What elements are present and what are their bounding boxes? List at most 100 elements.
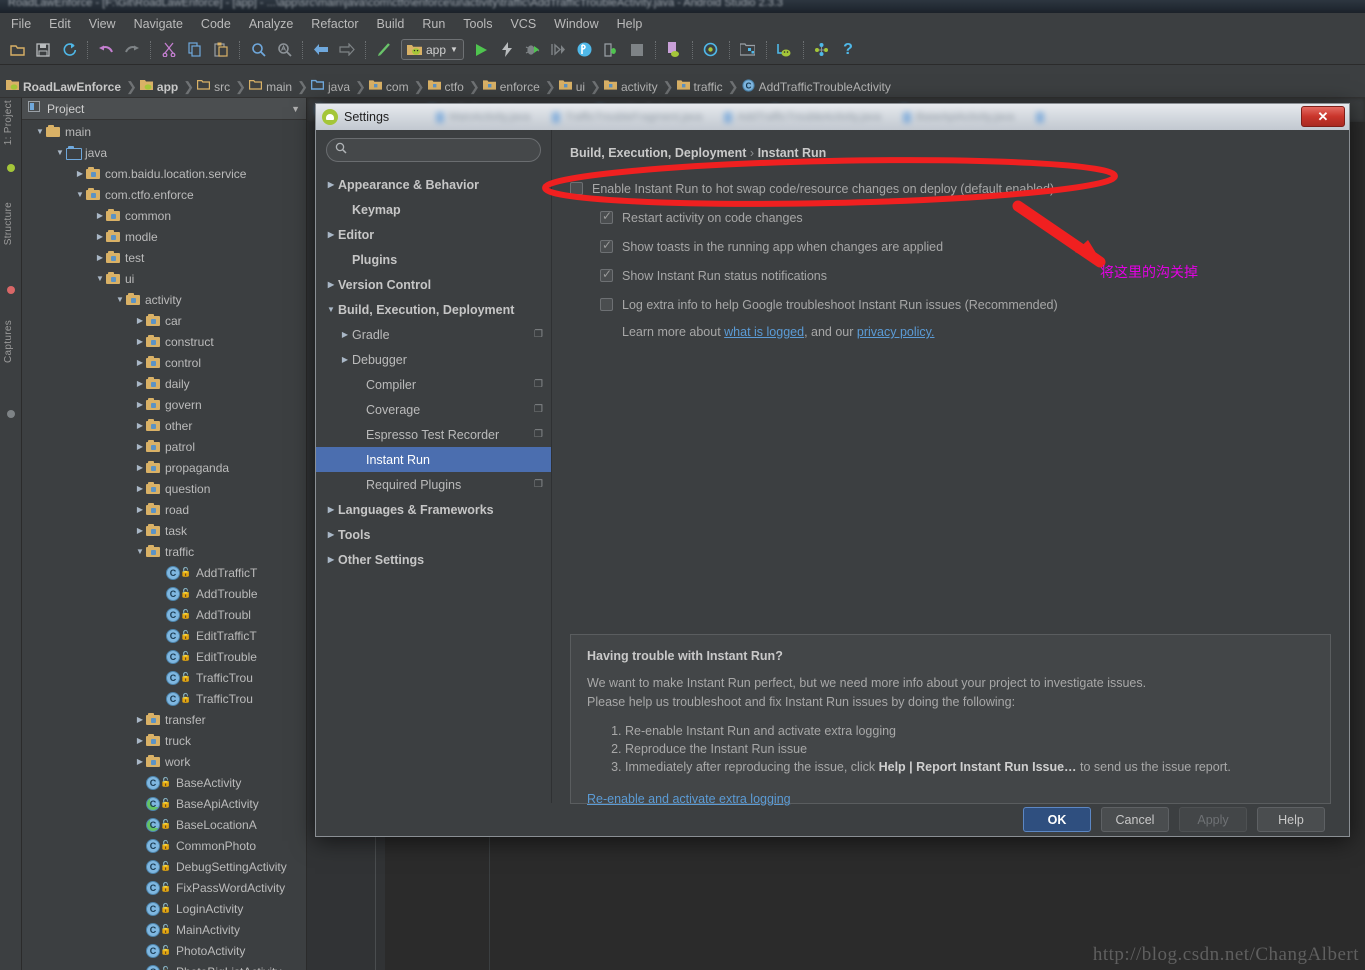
settings-tree-item-plugins[interactable]: Plugins [316,247,551,272]
chevron-right-icon[interactable]: ▶ [94,253,106,262]
settings-tree-item-gradle[interactable]: ▶ Gradle ❐ [316,322,551,347]
tree-node[interactable]: ·C🔓 TrafficTrou [22,667,306,688]
menu-vcs[interactable]: VCS [501,15,545,33]
replace-icon[interactable] [273,39,295,61]
forward-icon[interactable] [336,39,358,61]
debug-icon[interactable] [522,39,544,61]
chevron-down-icon[interactable]: ▼ [74,190,86,199]
tree-node[interactable]: ▶ truck [22,730,306,751]
sync-gradle-icon[interactable] [700,39,722,61]
tree-node[interactable]: ▼ activity [22,289,306,310]
chevron-right-icon[interactable]: ▶ [324,180,338,189]
tree-node[interactable]: ▶ daily [22,373,306,394]
settings-tree-item-instant-run[interactable]: Instant Run [316,447,551,472]
tree-node[interactable]: ·C🔓 MainActivity [22,919,306,940]
checkbox-icon[interactable] [600,298,613,311]
tree-node[interactable]: ·C🔓 BaseActivity [22,772,306,793]
chevron-right-icon[interactable]: ▶ [134,715,146,724]
chevron-right-icon[interactable]: ▶ [134,736,146,745]
settings-tree-item-other-settings[interactable]: ▶ Other Settings [316,547,551,572]
tree-node[interactable]: ·C🔓 AddTroubl [22,604,306,625]
tree-node[interactable]: ·C🔓 CommonPhoto [22,835,306,856]
tree-node[interactable]: ▶ question [22,478,306,499]
breadcrumb-item-app[interactable]: app [138,79,182,94]
chevron-down-icon[interactable]: ▼ [34,127,46,136]
chevron-right-icon[interactable]: ▶ [134,442,146,451]
layout-inspector-icon[interactable] [811,39,833,61]
settings-tree-item-languages-frameworks[interactable]: ▶ Languages & Frameworks [316,497,551,522]
tree-node[interactable]: ▶ common [22,205,306,226]
tree-node[interactable]: ·C🔓 TrafficTrou [22,688,306,709]
breadcrumb-item-com[interactable]: com [367,79,413,94]
tree-node[interactable]: ▼ com.ctfo.enforce [22,184,306,205]
menu-window[interactable]: Window [545,15,607,33]
checkbox-icon[interactable] [600,209,613,224]
what-is-logged-link[interactable]: what is logged [724,325,804,339]
tree-node[interactable]: ▶ car [22,310,306,331]
chevron-right-icon[interactable]: ▶ [134,379,146,388]
copy-icon[interactable] [184,39,206,61]
settings-tree-item-espresso-test-recorder[interactable]: Espresso Test Recorder ❐ [316,422,551,447]
tree-node[interactable]: ▶ task [22,520,306,541]
help-button[interactable]: Help [1257,807,1325,832]
settings-search-box[interactable] [326,138,541,162]
menu-tools[interactable]: Tools [454,15,501,33]
menu-analyze[interactable]: Analyze [240,15,302,33]
breadcrumb-item-addtraffictroubleactivity[interactable]: C AddTrafficTroubleActivity [740,78,895,95]
tree-node[interactable]: ▼ main [22,121,306,142]
tree-node[interactable]: ·C🔓 DebugSettingActivity [22,856,306,877]
apply-changes-icon[interactable] [496,39,518,61]
menu-view[interactable]: View [80,15,125,33]
tree-node[interactable]: ▶ patrol [22,436,306,457]
tree-node[interactable]: ·C🔓 BaseApiActivity [22,793,306,814]
copy-settings-icon[interactable]: ❐ [534,329,543,340]
tree-node[interactable]: ▶ modle [22,226,306,247]
tree-node[interactable]: ▶ transfer [22,709,306,730]
run-step-icon[interactable] [548,39,570,61]
breadcrumb-item-src[interactable]: src [195,79,234,94]
close-icon[interactable]: ✕ [1301,106,1345,127]
chevron-down-icon[interactable]: ▼ [114,295,126,304]
tree-node[interactable]: ▶ work [22,751,306,772]
menu-file[interactable]: File [2,15,40,33]
chevron-down-icon[interactable]: ▼ [450,45,458,54]
sdk-manager-icon[interactable] [663,39,685,61]
menu-navigate[interactable]: Navigate [125,15,192,33]
paste-icon[interactable] [210,39,232,61]
tree-node[interactable]: ▶ other [22,415,306,436]
tree-node[interactable]: ·C🔓 EditTrouble [22,646,306,667]
chevron-right-icon[interactable]: ▶ [134,505,146,514]
run-configuration-selector[interactable]: app ▼ [401,39,464,60]
cut-icon[interactable] [158,39,180,61]
tree-node[interactable]: ▼ traffic [22,541,306,562]
tree-node[interactable]: ▶ propaganda [22,457,306,478]
settings-tree-item-compiler[interactable]: Compiler ❐ [316,372,551,397]
last-edit-location-icon[interactable] [373,39,395,61]
tree-node[interactable]: ▼ java [22,142,306,163]
settings-tree-item-required-plugins[interactable]: Required Plugins ❐ [316,472,551,497]
back-icon[interactable] [310,39,332,61]
chevron-right-icon[interactable]: ▶ [134,757,146,766]
chevron-right-icon[interactable]: ▶ [94,211,106,220]
sync-icon[interactable] [58,39,80,61]
device-monitor-icon[interactable] [774,39,796,61]
copy-settings-icon[interactable]: ❐ [534,479,543,490]
help-icon[interactable]: ? [837,39,859,61]
undo-icon[interactable] [95,39,117,61]
chevron-down-icon[interactable]: ▼ [134,547,146,556]
breadcrumb-item-roadlawenforce[interactable]: RoadLawEnforce [4,79,125,94]
chevron-right-icon[interactable]: ▶ [134,358,146,367]
profiler-icon[interactable] [574,39,596,61]
option-row-0[interactable]: Enable Instant Run to hot swap code/reso… [570,174,1331,203]
breadcrumb-item-enforce[interactable]: enforce [481,79,544,94]
breadcrumb-item-ui[interactable]: ui [557,79,589,94]
chevron-down-icon[interactable]: ▼ [94,274,106,283]
apply-button[interactable]: Apply [1179,807,1247,832]
settings-tree-item-build-execution-deployment[interactable]: ▼ Build, Execution, Deployment [316,297,551,322]
tree-node[interactable]: ·C🔓 LoginActivity [22,898,306,919]
re-enable-logging-link[interactable]: Re-enable and activate extra logging [587,792,791,806]
chevron-down-icon[interactable]: ▼ [324,305,338,314]
option-row-1[interactable]: Restart activity on code changes [570,203,1331,232]
save-all-icon[interactable] [32,39,54,61]
privacy-policy-link[interactable]: privacy policy. [857,325,935,339]
